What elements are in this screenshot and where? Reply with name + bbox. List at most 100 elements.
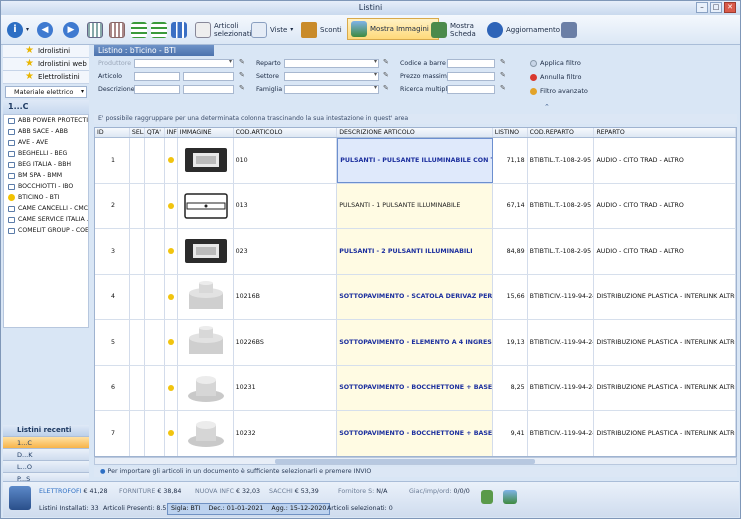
- table-row[interactable]: 3 023 PULSANTI - 2 PULSANTI ILLUMINABILI 84…: [95, 229, 736, 275]
- recent-item[interactable]: L...O: [3, 460, 89, 472]
- check-list-button[interactable]: [131, 19, 147, 41]
- articolo-from-input[interactable]: [134, 72, 180, 81]
- aggiornamento-button[interactable]: Aggiornamento: [487, 19, 560, 41]
- nav-prev-button[interactable]: ◀: [37, 19, 53, 41]
- info-dot-icon[interactable]: [167, 339, 174, 346]
- annulla-filtro-button[interactable]: Annulla filtro: [530, 73, 581, 81]
- reparto-select[interactable]: [284, 58, 379, 68]
- mostra-immagini-button[interactable]: Mostra Immagini ▾: [347, 18, 439, 40]
- descrizione-input-1[interactable]: [134, 85, 180, 94]
- excel-icon[interactable]: [481, 490, 493, 504]
- nav-next-button[interactable]: ▶: [63, 19, 79, 41]
- table-row[interactable]: 2 013 PULSANTI - 1 PULSANTE ILLUMINABILE 67…: [95, 183, 736, 229]
- horizontal-scrollbar[interactable]: [94, 457, 737, 465]
- cell-sel[interactable]: [130, 183, 145, 228]
- column-header[interactable]: QTA': [145, 128, 165, 137]
- column-header[interactable]: DESCRIZIONE ARTICOLO: [337, 128, 493, 137]
- info-dot-icon[interactable]: [167, 293, 174, 300]
- sconti-button[interactable]: Sconti: [301, 19, 342, 41]
- filtro-avanzato-button[interactable]: Filtro avanzato: [530, 87, 588, 95]
- cell-qta[interactable]: [145, 320, 165, 365]
- cell-qta[interactable]: [145, 183, 165, 228]
- pencil-icon[interactable]: ✎: [239, 71, 245, 79]
- cell-qta[interactable]: [145, 365, 165, 410]
- recent-item[interactable]: 1...C: [3, 436, 89, 448]
- cell-qta[interactable]: [145, 138, 165, 183]
- minimize-button[interactable]: –: [696, 2, 708, 13]
- articolo-to-input[interactable]: [183, 72, 234, 81]
- picture-icon[interactable]: [503, 490, 517, 504]
- info-dot-icon[interactable]: [167, 384, 174, 391]
- pencil-icon[interactable]: ✎: [383, 58, 389, 66]
- supplier-item[interactable]: AVE - AVE: [4, 137, 88, 148]
- collapse-icon[interactable]: ⌃: [544, 103, 550, 111]
- supplier-item[interactable]: BEG ITALIA - BBH: [4, 159, 88, 170]
- codice-barre-input[interactable]: [447, 59, 495, 68]
- table-row[interactable]: 5 10226BS SOTTOPAVIMENTO - ELEMENTO A 4 IN…: [95, 320, 736, 366]
- mostra-scheda-button[interactable]: Mostra Scheda: [431, 19, 476, 41]
- supplier-item[interactable]: ABB POWER PROTECTI...: [4, 115, 88, 126]
- supplier-item[interactable]: CAME SERVICE ITALIA ...: [4, 214, 88, 225]
- cell-qta[interactable]: [145, 229, 165, 274]
- source-elettrolistini[interactable]: ★ Elettrolistini: [3, 71, 89, 84]
- column-header[interactable]: INF: [165, 128, 178, 137]
- columns-button[interactable]: [171, 19, 187, 41]
- column-header[interactable]: COD.REPARTO: [528, 128, 595, 137]
- applica-filtro-button[interactable]: Applica filtro: [530, 59, 581, 67]
- deselect-button[interactable]: [87, 19, 103, 41]
- info-dot-icon[interactable]: [167, 157, 174, 164]
- delete-selection-button[interactable]: [109, 19, 125, 41]
- source-idrolistini-web[interactable]: ★ Idrolistini web: [3, 58, 89, 71]
- column-header[interactable]: ID: [95, 128, 130, 137]
- descrizione-input-2[interactable]: [183, 85, 234, 94]
- table-row[interactable]: 7 10232 SOTTOPAVIMENTO - BOCCHETTONE + BAS…: [95, 411, 736, 456]
- pencil-icon[interactable]: ✎: [239, 84, 245, 92]
- exit-button[interactable]: [561, 19, 577, 41]
- pencil-icon[interactable]: ✎: [500, 71, 506, 79]
- table-row[interactable]: 1 010 PULSANTI - PULSANTE ILLUMINABILE CON…: [95, 138, 736, 184]
- column-header[interactable]: LISTINO: [493, 128, 528, 137]
- cell-sel[interactable]: [130, 138, 145, 183]
- pencil-icon[interactable]: ✎: [383, 84, 389, 92]
- pencil-icon[interactable]: ✎: [239, 58, 245, 66]
- supplier-item[interactable]: BTICINO - BTI: [4, 192, 88, 203]
- ricerca-multipla-input[interactable]: [447, 85, 495, 94]
- pencil-icon[interactable]: ✎: [500, 84, 506, 92]
- column-header[interactable]: IMMAGINE: [178, 128, 234, 137]
- cell-qta[interactable]: [145, 274, 165, 319]
- supplier-item[interactable]: ABB SACE - ABB: [4, 126, 88, 137]
- cell-sel[interactable]: [130, 320, 145, 365]
- supplier-item[interactable]: BM SPA - BMM: [4, 170, 88, 181]
- source-idrolistini[interactable]: ★ Idrolistini: [3, 45, 89, 58]
- settore-select[interactable]: [284, 71, 379, 81]
- table-row[interactable]: 4 10216B SOTTOPAVIMENTO - SCATOLA DERIVAZ …: [95, 274, 736, 320]
- produttore-select[interactable]: [134, 58, 234, 68]
- recent-item[interactable]: D...K: [3, 448, 89, 460]
- info-dot-icon[interactable]: [167, 202, 174, 209]
- famiglia-select[interactable]: [284, 84, 379, 94]
- close-button[interactable]: ✕: [724, 2, 736, 13]
- list-button[interactable]: [151, 19, 167, 41]
- table-row[interactable]: 6 10231 SOTTOPAVIMENTO - BOCCHETTONE + BAS…: [95, 365, 736, 411]
- info-button[interactable]: i ▾: [7, 19, 29, 41]
- articoli-selezionati-button[interactable]: Articoli selezionati: [195, 19, 252, 41]
- cell-sel[interactable]: [130, 274, 145, 319]
- pencil-icon[interactable]: ✎: [500, 58, 506, 66]
- column-header[interactable]: REPARTO: [594, 128, 736, 137]
- info-dot-icon[interactable]: [167, 248, 174, 255]
- supplier-item[interactable]: BOCCHIOTTI - IBO: [4, 181, 88, 192]
- column-header[interactable]: COD.ARTICOLO: [234, 128, 338, 137]
- category-select[interactable]: Materiale elettrico ▾: [5, 86, 87, 98]
- supplier-item[interactable]: BEGHELLI - BEG: [4, 148, 88, 159]
- column-header[interactable]: SEL.: [130, 128, 145, 137]
- supplier-item[interactable]: COMELIT GROUP - COE: [4, 225, 88, 236]
- cell-sel[interactable]: [130, 411, 145, 456]
- prezzo-massimo-input[interactable]: [447, 72, 495, 81]
- info-dot-icon[interactable]: [167, 430, 174, 437]
- cell-qta[interactable]: [145, 411, 165, 456]
- supplier-item[interactable]: CAME CANCELLI - CMC: [4, 203, 88, 214]
- viste-button[interactable]: Viste ▾: [251, 19, 293, 41]
- maximize-button[interactable]: □: [710, 2, 722, 13]
- cell-sel[interactable]: [130, 365, 145, 410]
- cell-sel[interactable]: [130, 229, 145, 274]
